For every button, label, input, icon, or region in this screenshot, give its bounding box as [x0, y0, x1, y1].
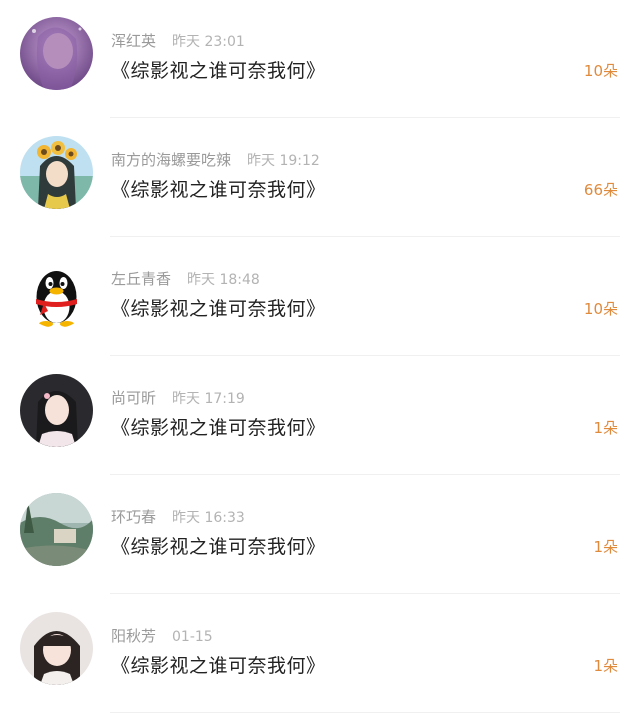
list-item[interactable]: 阳秋芳 01-15 《综影视之谁可奈我何》 1朵	[0, 595, 640, 713]
avatar-qq-penguin-icon	[20, 255, 93, 328]
sender-meta: 南方的海螺要吃辣 昨天 19:12	[111, 149, 320, 170]
gift-count: 10朵	[583, 62, 618, 80]
gift-count: 66朵	[583, 181, 618, 199]
gift-count: 10朵	[583, 300, 618, 318]
divider	[110, 117, 620, 118]
avatar[interactable]	[20, 17, 93, 90]
avatar-landscape-icon	[20, 493, 93, 566]
gift-time: 昨天 16:33	[172, 510, 245, 526]
book-title[interactable]: 《综影视之谁可奈我何》	[111, 532, 326, 559]
list-item[interactable]: 尚可昕 昨天 17:19 《综影视之谁可奈我何》 1朵	[0, 357, 640, 475]
list-item[interactable]: 南方的海螺要吃辣 昨天 19:12 《综影视之谁可奈我何》 66朵	[0, 119, 640, 237]
avatar[interactable]	[20, 374, 93, 447]
divider	[110, 593, 620, 594]
book-title[interactable]: 《综影视之谁可奈我何》	[111, 651, 326, 678]
gift-time: 01-15	[172, 629, 213, 645]
list-item[interactable]: 左丘青香 昨天 18:48 《综影视之谁可奈我何》 10朵	[0, 238, 640, 356]
gift-time: 昨天 18:48	[187, 272, 260, 288]
divider	[110, 474, 620, 475]
gift-time: 昨天 23:01	[172, 34, 245, 50]
book-title[interactable]: 《综影视之谁可奈我何》	[111, 413, 326, 440]
avatar[interactable]	[20, 255, 93, 328]
divider	[110, 355, 620, 356]
avatar-sunflower-girl-icon	[20, 136, 93, 209]
avatar-girl-portrait-icon	[20, 374, 93, 447]
avatar[interactable]	[20, 612, 93, 685]
sender-meta: 阳秋芳 01-15	[111, 625, 213, 646]
list-item[interactable]: 环巧春 昨天 16:33 《综影视之谁可奈我何》 1朵	[0, 476, 640, 594]
list-item[interactable]: 浑红英 昨天 23:01 《综影视之谁可奈我何》 10朵	[0, 0, 640, 118]
sender-name[interactable]: 浑红英	[111, 32, 156, 50]
book-title[interactable]: 《综影视之谁可奈我何》	[111, 56, 326, 83]
sender-name[interactable]: 阳秋芳	[111, 627, 156, 645]
sender-meta: 浑红英 昨天 23:01	[111, 30, 245, 51]
gift-time: 昨天 19:12	[247, 153, 320, 169]
sender-name[interactable]: 南方的海螺要吃辣	[111, 151, 231, 169]
sender-meta: 环巧春 昨天 16:33	[111, 506, 245, 527]
avatar-child-portrait-icon	[20, 612, 93, 685]
gift-count: 1朵	[593, 419, 618, 437]
gift-count: 1朵	[593, 538, 618, 556]
divider	[110, 236, 620, 237]
sender-name[interactable]: 左丘青香	[111, 270, 171, 288]
gift-count: 1朵	[593, 657, 618, 675]
book-title[interactable]: 《综影视之谁可奈我何》	[111, 175, 326, 202]
gift-time: 昨天 17:19	[172, 391, 245, 407]
book-title[interactable]: 《综影视之谁可奈我何》	[111, 294, 326, 321]
sender-meta: 左丘青香 昨天 18:48	[111, 268, 260, 289]
sender-meta: 尚可昕 昨天 17:19	[111, 387, 245, 408]
avatar-purple-portrait-icon	[20, 17, 93, 90]
avatar[interactable]	[20, 136, 93, 209]
avatar[interactable]	[20, 493, 93, 566]
sender-name[interactable]: 尚可昕	[111, 389, 156, 407]
sender-name[interactable]: 环巧春	[111, 508, 156, 526]
